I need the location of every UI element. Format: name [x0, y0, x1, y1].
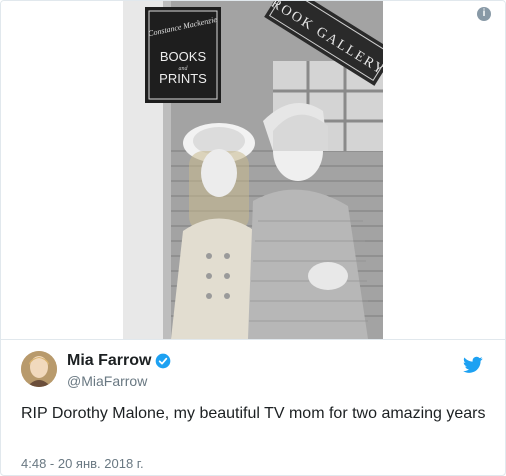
embedded-tweet-card: ROOK GALLERY Constance Mackenzie BOOKS a… [0, 0, 506, 476]
author-handle[interactable]: @MiaFarrow [67, 373, 147, 389]
twitter-bird-icon[interactable] [463, 356, 483, 374]
author-display-name[interactable]: Mia Farrow [67, 352, 151, 370]
avatar-image [21, 351, 57, 387]
photo-illustration: ROOK GALLERY Constance Mackenzie BOOKS a… [123, 1, 383, 339]
tweet-photo[interactable]: ROOK GALLERY Constance Mackenzie BOOKS a… [123, 1, 383, 339]
author-name-row[interactable]: Mia Farrow [67, 352, 171, 370]
sign-books-text: BOOKS [160, 49, 207, 64]
tweet-timestamp[interactable]: 4:48 - 20 янв. 2018 г. [21, 456, 144, 471]
avatar[interactable] [21, 351, 57, 387]
tweet-text: RIP Dorothy Malone, my beautiful TV mom … [21, 405, 486, 422]
sign-prints-text: PRINTS [159, 71, 207, 86]
tweet-media[interactable]: ROOK GALLERY Constance Mackenzie BOOKS a… [1, 1, 505, 339]
info-icon[interactable]: i [477, 7, 491, 21]
verified-badge-icon [156, 353, 171, 369]
media-divider [1, 339, 505, 340]
